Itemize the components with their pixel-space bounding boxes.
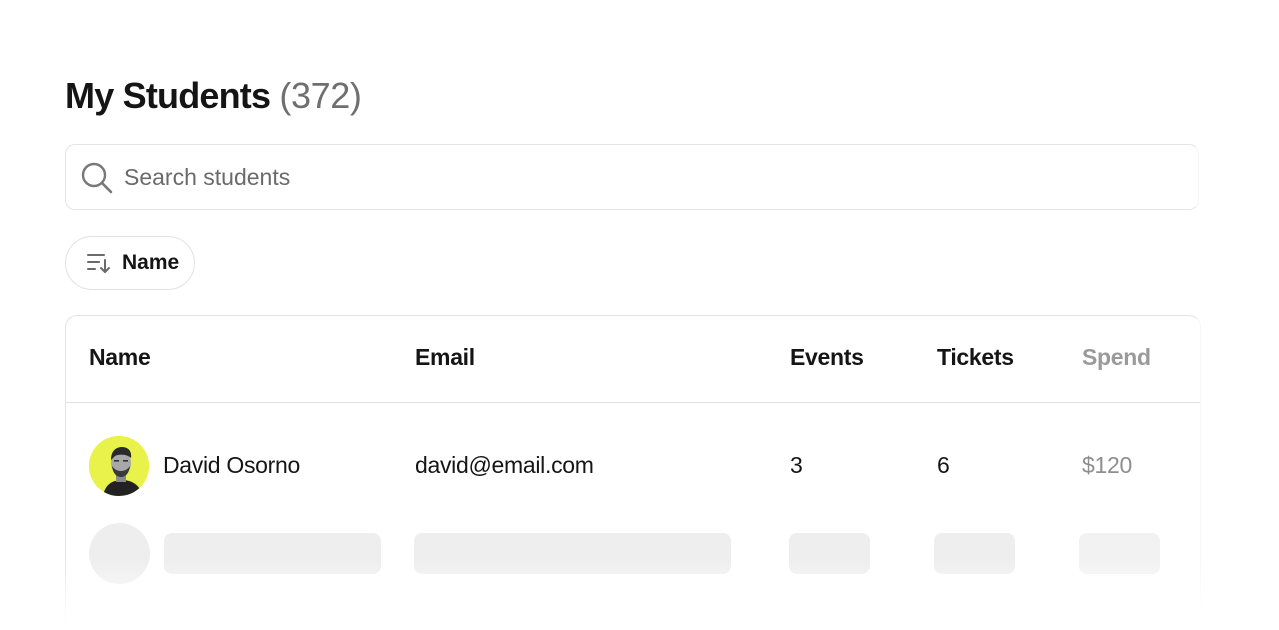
skeleton-email [414,533,731,574]
column-header-tickets[interactable]: Tickets [937,344,1014,371]
skeleton-avatar [89,523,150,584]
column-header-email[interactable]: Email [415,344,475,371]
skeleton-name [164,533,381,574]
search-box[interactable] [65,144,1199,210]
students-table: Name Email Events Tickets Spend David Os… [65,315,1201,630]
table-row[interactable]: David Osorno david@email.com 3 6 $120 [66,434,1200,498]
avatar-photo [89,436,149,496]
sort-descending-icon [87,254,110,273]
skeleton-spend [1079,533,1160,574]
loading-row-placeholder [66,523,1200,587]
table-header: Name Email Events Tickets Spend [66,316,1200,403]
column-header-events[interactable]: Events [790,344,864,371]
sort-button-label: Name [122,251,180,274]
page-title: My Students (372) [65,72,362,120]
column-header-name[interactable]: Name [89,344,151,371]
sort-by-name-button[interactable]: Name [65,236,195,290]
search-icon [81,162,113,194]
student-events: 3 [790,452,803,478]
student-name[interactable]: David Osorno [163,452,300,479]
search-input[interactable] [124,159,1124,195]
page-title-text: My Students [65,75,271,116]
page: My Students (372) Name Name Email Events… [0,0,1279,630]
skeleton-tickets [934,533,1015,574]
column-header-spend[interactable]: Spend [1082,344,1151,371]
student-tickets: 6 [937,452,950,478]
avatar [89,436,149,496]
student-spend: $120 [1082,452,1132,478]
student-count: (372) [279,75,362,116]
student-email: david@email.com [415,452,594,478]
skeleton-events [789,533,870,574]
